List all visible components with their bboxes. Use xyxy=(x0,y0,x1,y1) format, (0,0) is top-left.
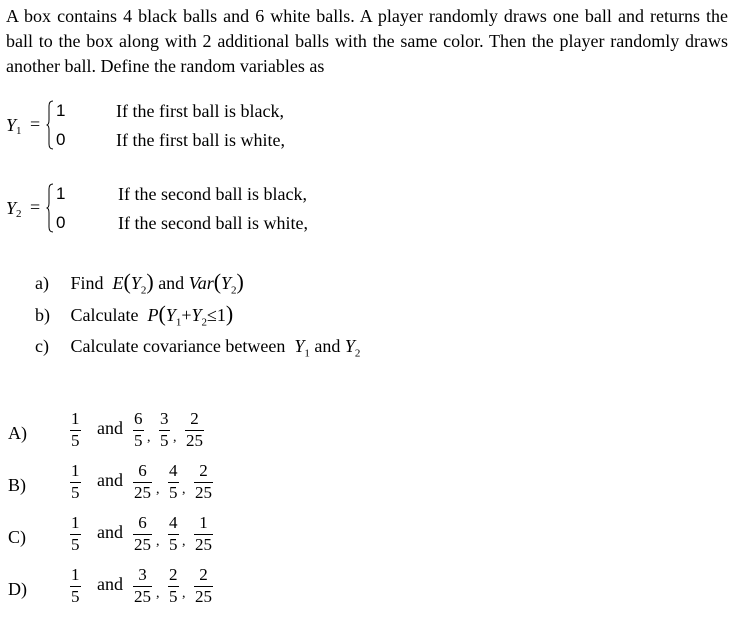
definition-y1: Y1 = 1 0 If the first ball is black, If … xyxy=(6,100,406,161)
and-text: and xyxy=(97,522,123,542)
option-label: A) xyxy=(8,423,27,443)
fraction: 15 xyxy=(70,409,81,450)
fraction: 6 25 xyxy=(133,513,152,554)
fraction: 6 25 xyxy=(133,461,152,502)
part-b: b) Calculate P(Y1+Y2≤1) xyxy=(35,298,360,330)
part-label: b) xyxy=(35,305,50,325)
comma: , xyxy=(156,534,160,549)
variance-expr: Var(Y2) xyxy=(188,269,244,297)
fraction: 2 25 xyxy=(194,461,213,502)
fraction: 65 xyxy=(133,409,144,450)
case-condition-white: If the first ball is white, xyxy=(116,130,285,150)
equals-sign: = xyxy=(30,197,41,217)
case-value-1: 1 xyxy=(56,101,66,120)
fraction: 15 xyxy=(70,461,81,502)
fraction: 3 25 xyxy=(133,565,152,606)
and-text: and xyxy=(97,574,123,594)
case-condition-black: If the second ball is black, xyxy=(118,184,307,204)
answer-option-c[interactable]: C) 15 and 6 25 , 45 , 1 25 xyxy=(8,514,268,566)
option-label: D) xyxy=(8,579,27,599)
definition-y2: Y2 = 1 0 If the second ball is black, If… xyxy=(6,183,406,244)
expectation-expr: E(Y2) xyxy=(112,269,154,297)
part-c: c) Calculate covariance between Y1 and Y… xyxy=(35,330,360,362)
fraction: 15 xyxy=(70,565,81,606)
fraction: 1 25 xyxy=(194,513,213,554)
left-brace-icon xyxy=(46,100,54,150)
case-condition-white: If the second ball is white, xyxy=(118,213,308,233)
and-text: and xyxy=(97,418,123,438)
answer-option-d[interactable]: D) 15 and 3 25 , 25 , 2 25 xyxy=(8,566,268,618)
part-text: Find xyxy=(70,273,104,293)
problem-statement: A box contains 4 black balls and 6 white… xyxy=(6,6,728,76)
question-parts: a) Find E(Y2) and Var(Y2) b) Calculate P… xyxy=(35,266,360,362)
comma: , xyxy=(182,482,186,497)
comma: , xyxy=(182,586,186,601)
fraction: 25 xyxy=(168,565,179,606)
case-value-0: 0 xyxy=(56,130,66,149)
fraction: 35 xyxy=(159,409,170,450)
variable-y2: Y2 xyxy=(6,198,22,220)
comma: , xyxy=(182,534,186,549)
comma: , xyxy=(156,586,160,601)
variable-y1: Y1 xyxy=(6,115,22,137)
equals-sign: = xyxy=(30,114,41,134)
answer-option-a[interactable]: A) 15 and 65 , 35 , 2 25 xyxy=(8,410,268,462)
variable-y1: Y1 xyxy=(294,336,310,360)
option-label: B) xyxy=(8,475,26,495)
comma: , xyxy=(147,430,151,445)
part-text: and xyxy=(158,273,185,293)
part-label: c) xyxy=(35,336,49,356)
case-condition-black: If the first ball is black, xyxy=(116,101,284,121)
fraction: 15 xyxy=(70,513,81,554)
fraction: 2 25 xyxy=(185,409,204,450)
case-value-0: 0 xyxy=(56,213,66,232)
comma: , xyxy=(173,430,177,445)
part-label: a) xyxy=(35,273,49,293)
left-brace-icon xyxy=(46,183,54,233)
part-text: Calculate covariance between xyxy=(70,336,286,356)
case-value-1: 1 xyxy=(56,184,66,203)
comma: , xyxy=(156,482,160,497)
fraction: 2 25 xyxy=(194,565,213,606)
variable-y2: Y2 xyxy=(344,336,361,360)
and-text: and xyxy=(97,470,123,490)
answer-option-b[interactable]: B) 15 and 6 25 , 45 , 2 25 xyxy=(8,462,268,514)
part-text: Calculate xyxy=(70,305,139,325)
part-text: and xyxy=(314,336,341,356)
probability-expr: P(Y1+Y2≤1) xyxy=(147,301,234,329)
part-a: a) Find E(Y2) and Var(Y2) xyxy=(35,266,360,298)
fraction: 45 xyxy=(168,461,179,502)
fraction: 45 xyxy=(168,513,179,554)
option-label: C) xyxy=(8,527,26,547)
